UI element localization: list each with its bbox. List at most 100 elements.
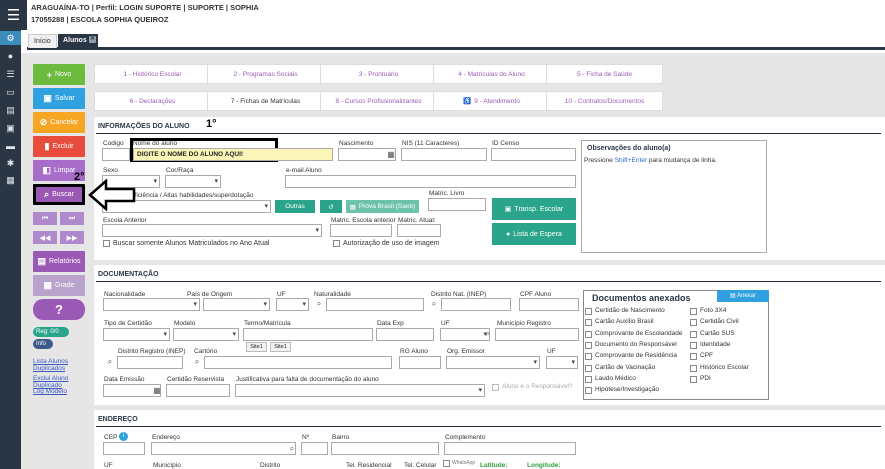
document-checkbox[interactable] xyxy=(585,387,592,395)
id-censo-input[interactable] xyxy=(491,148,576,161)
first-record-button[interactable]: ⏮ xyxy=(33,212,57,225)
novo-button[interactable]: + Novo xyxy=(33,64,85,85)
bus-icon[interactable]: ▣ xyxy=(0,121,21,135)
matric-livro-input[interactable] xyxy=(428,198,486,211)
tab-ficha-saude[interactable]: 5 - Ficha de Saúde xyxy=(546,64,663,84)
calendar-icon[interactable]: ▦ xyxy=(385,149,397,161)
distrito-registro-input[interactable] xyxy=(117,356,183,369)
help-button[interactable]: ? xyxy=(33,299,85,320)
uf3-select[interactable] xyxy=(546,356,578,369)
modelo-select[interactable] xyxy=(173,328,239,341)
menu-icon[interactable]: ☰ xyxy=(0,0,27,30)
search-icon[interactable]: ⌕ xyxy=(286,443,298,455)
document-checkbox[interactable] xyxy=(690,308,697,315)
tab-contratos-documentos[interactable]: 10 - Contratos/Documentos xyxy=(546,91,663,111)
termo-input[interactable] xyxy=(243,328,373,341)
tab-inicio[interactable]: Início xyxy=(28,34,57,48)
document-checkbox[interactable] xyxy=(690,353,697,361)
log-modelo-link[interactable]: Log Modelo xyxy=(33,388,67,395)
tab-alunos[interactable]: Alunos ✕ xyxy=(58,34,98,48)
tab-fichas-matriculas[interactable]: 7 - Fichas de Matrículas xyxy=(207,91,324,111)
site1-button-2[interactable]: Site1 xyxy=(270,342,291,352)
document-checkbox[interactable] xyxy=(690,375,697,383)
prev-record-button[interactable]: ◀◀ xyxy=(33,231,57,244)
certidao-reservista-input[interactable] xyxy=(166,384,230,397)
nacionalidade-select[interactable] xyxy=(103,298,200,311)
document-checkbox[interactable] xyxy=(690,330,697,338)
outras-button[interactable]: Outras xyxy=(275,200,315,213)
document-checkbox[interactable] xyxy=(585,330,592,338)
close-icon[interactable]: ✕ xyxy=(89,36,96,43)
uf-select[interactable] xyxy=(276,298,309,311)
email-input[interactable] xyxy=(285,175,576,188)
search-icon[interactable]: ⌕ xyxy=(428,298,440,310)
endereco-input[interactable] xyxy=(151,442,296,455)
buscar-button[interactable]: ⌕ Buscar xyxy=(33,184,85,205)
monitor-icon[interactable]: ▬ xyxy=(0,139,21,153)
cor-raca-select[interactable] xyxy=(165,175,221,188)
tab-matriculas-aluno[interactable]: 4 - Matrículas do Aluno xyxy=(433,64,550,84)
last-record-button[interactable]: ⏭ xyxy=(60,212,84,225)
info-badge[interactable]: Info xyxy=(33,339,53,349)
document-checkbox[interactable] xyxy=(690,364,697,372)
exclui-aluno-duplicado-link[interactable]: Exclui Aluno Duplicado xyxy=(33,375,83,389)
document-checkbox[interactable] xyxy=(585,341,592,349)
whatsapp-checkbox[interactable] xyxy=(443,460,450,467)
tab-declaracoes[interactable]: 6 - Declarações xyxy=(94,91,211,111)
cartorio-input[interactable] xyxy=(204,356,392,369)
tab-historico-escolar[interactable]: 1 - Histórico Escolar xyxy=(94,64,211,84)
lista-espera-button[interactable]: ● Lista de Espera xyxy=(492,223,576,245)
card-icon[interactable]: ▭ xyxy=(0,85,21,99)
document-checkbox[interactable] xyxy=(585,364,592,372)
nome-aluno-input[interactable]: DIGITE O NOME DO ALUNO AQUI! xyxy=(133,148,333,161)
document-checkbox[interactable] xyxy=(690,341,697,349)
next-record-button[interactable]: ▶▶ xyxy=(60,231,84,244)
naturalidade-input[interactable] xyxy=(326,298,424,311)
gear-icon[interactable]: ✱ xyxy=(0,156,21,170)
transp-escolar-button[interactable]: ▣ Transp. Escolar xyxy=(492,198,576,220)
pais-origem-select[interactable] xyxy=(203,298,270,311)
rg-input[interactable] xyxy=(399,356,441,369)
anexar-button[interactable]: ▤ Anexar xyxy=(717,290,769,302)
tab-programas-sociais[interactable]: 2 - Programas Sociais xyxy=(207,64,324,84)
autorizacao-checkbox[interactable] xyxy=(333,240,340,247)
matric-atual-input[interactable] xyxy=(397,224,441,237)
tab-atendimento[interactable]: ♿ 9 - Atendimento xyxy=(433,91,550,111)
search-icon[interactable]: ⌕ xyxy=(104,356,116,368)
document-checkbox[interactable] xyxy=(585,353,592,361)
tab-cursos-profissionalizantes[interactable]: 8 - Cursos Profissionalizantes xyxy=(320,91,437,111)
prova-brasil-button[interactable]: ▦ Prova Brasil (Saeb) xyxy=(346,200,419,213)
data-exp-input[interactable] xyxy=(376,328,434,341)
info-icon[interactable]: i xyxy=(119,432,128,441)
list-icon[interactable]: ☰ xyxy=(0,67,21,81)
document-checkbox[interactable] xyxy=(690,319,697,327)
search-icon[interactable]: ⌕ xyxy=(313,298,325,310)
document-checkbox[interactable] xyxy=(585,375,592,383)
grid-icon[interactable]: ▦ xyxy=(0,173,21,187)
bairro-input[interactable] xyxy=(331,442,439,455)
relatorios-button[interactable]: ▤ Relatórios xyxy=(33,251,85,272)
salvar-button[interactable]: ▣ Salvar xyxy=(33,88,85,109)
cpf-input[interactable] xyxy=(519,298,579,311)
codigo-input[interactable] xyxy=(102,148,130,161)
justificativa-select[interactable] xyxy=(235,384,485,397)
lista-alunos-duplicados-link[interactable]: Lista Alunos Duplicados xyxy=(33,358,83,372)
buscar-matriculados-checkbox[interactable] xyxy=(103,240,110,247)
settings-icon[interactable]: ⚙ xyxy=(0,31,21,45)
distrito-nat-input[interactable] xyxy=(441,298,511,311)
numero-input[interactable] xyxy=(301,442,328,455)
tipo-certidao-select[interactable] xyxy=(103,328,170,341)
nis-input[interactable] xyxy=(401,148,487,161)
excluir-button[interactable]: ▮ Excluir xyxy=(33,136,85,157)
document-checkbox[interactable] xyxy=(585,319,592,327)
cancelar-button[interactable]: ⊘ Cancelar xyxy=(33,112,85,133)
building-icon[interactable]: ▤ xyxy=(0,103,21,117)
calendar-icon[interactable]: ▦ xyxy=(151,385,163,397)
tab-prontuario[interactable]: 3 - Prontuário xyxy=(320,64,437,84)
orgao-emissor-select[interactable] xyxy=(446,356,540,369)
user-icon[interactable]: ● xyxy=(0,49,21,63)
grade-button[interactable]: ▦ Grade xyxy=(33,275,85,296)
history-icon[interactable]: ↺ xyxy=(320,200,342,213)
aluno-responsavel-checkbox[interactable] xyxy=(492,384,499,391)
document-checkbox[interactable] xyxy=(585,308,592,315)
